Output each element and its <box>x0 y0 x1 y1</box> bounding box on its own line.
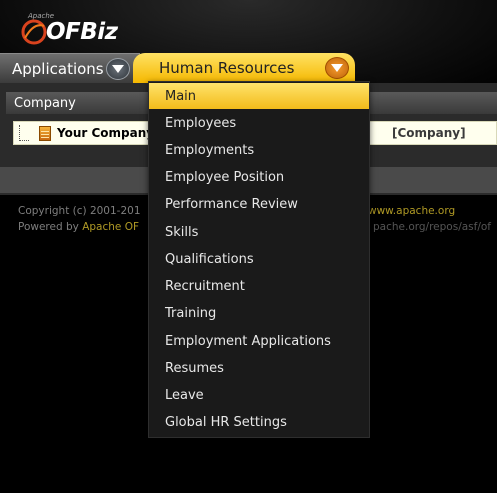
powered-prefix: Powered by <box>18 221 83 233</box>
menu-item-performance-review[interactable]: Performance Review <box>149 191 369 217</box>
company-folder-icon[interactable] <box>39 126 51 141</box>
tab-human-resources[interactable]: Human Resources <box>133 53 355 83</box>
menu-item-employee-position[interactable]: Employee Position <box>149 164 369 190</box>
tree-connector-icon <box>19 125 29 141</box>
menu-item-leave[interactable]: Leave <box>149 382 369 408</box>
tree-item-company[interactable]: Your Company <box>57 126 154 140</box>
menu-item-resumes[interactable]: Resumes <box>149 355 369 381</box>
menu-item-training[interactable]: Training <box>149 300 369 326</box>
tab-human-resources-label: Human Resources <box>159 59 295 77</box>
chevron-down-icon[interactable] <box>106 58 130 80</box>
powered-link[interactable]: Apache OF <box>82 221 139 233</box>
menu-item-qualifications[interactable]: Qualifications <box>149 246 369 272</box>
powered-right-text: pache.org/repos/asf/of <box>373 221 491 233</box>
copyright-link[interactable]: www.apache.org <box>368 205 455 217</box>
menu-item-employees[interactable]: Employees <box>149 110 369 136</box>
tree-item-suffix: [Company] <box>392 126 466 140</box>
ofbiz-logo[interactable]: Apache OFBiz <box>6 6 118 46</box>
menu-item-global-hr-settings[interactable]: Global HR Settings <box>149 409 369 435</box>
logo-text: OFBiz <box>46 19 118 45</box>
tab-applications-label: Applications <box>12 59 104 78</box>
hr-dropdown-menu: Main Employees Employments Employee Posi… <box>148 81 370 438</box>
logo-swirl-icon <box>21 19 47 45</box>
powered-by-text: Powered by Apache OF <box>18 221 139 233</box>
menu-item-employments[interactable]: Employments <box>149 137 369 163</box>
menu-item-recruitment[interactable]: Recruitment <box>149 273 369 299</box>
copyright-prefix: Copyright (c) 2001-201 <box>18 205 141 217</box>
tab-applications[interactable]: Applications <box>0 53 140 83</box>
menu-item-skills[interactable]: Skills <box>149 219 369 245</box>
menu-item-employment-applications[interactable]: Employment Applications <box>149 328 369 354</box>
menu-item-main[interactable]: Main <box>149 83 369 109</box>
chevron-down-icon[interactable] <box>325 57 349 79</box>
copyright-text: Copyright (c) 2001-201 <box>18 205 141 217</box>
